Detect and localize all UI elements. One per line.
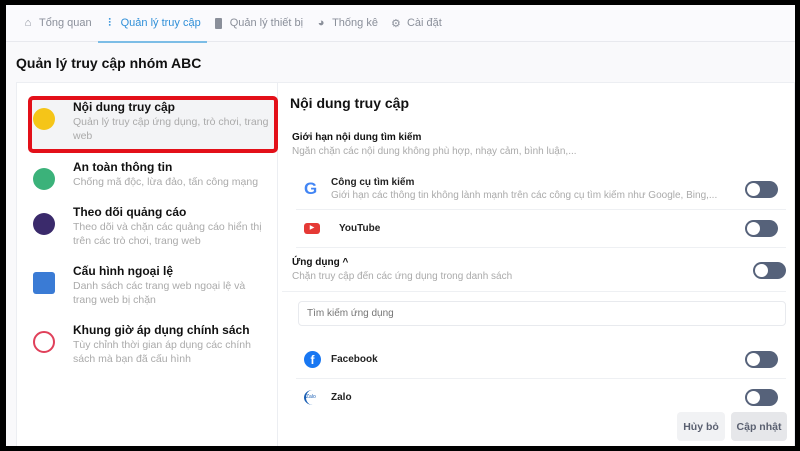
apps-section: Ứng dụng ^ Chặn truy cập đến các ứng dụn…: [282, 248, 786, 292]
zalo-toggle[interactable]: [745, 388, 778, 406]
row-desc: Giới hạn các thông tin không lành mạnh t…: [331, 190, 718, 201]
menu-item-info-security[interactable]: An toàn thông tin Chống mã độc, lừa đảo, …: [29, 160, 269, 190]
monitor-icon: [33, 108, 55, 130]
menu-item-desc: Theo dõi và chặn các quảng cáo hiển thị …: [73, 221, 262, 247]
tab-device-management[interactable]: Quản lý thiết bị: [207, 5, 309, 42]
menu-item-title: Nội dung truy cập: [73, 100, 175, 114]
section-title: Giới hạn nội dung tìm kiếm: [292, 132, 422, 143]
tab-label: Tổng quan: [39, 17, 92, 29]
tab-label: Quản lý truy cập: [120, 17, 201, 29]
menu-item-exceptions[interactable]: Cấu hình ngoại lệ Danh sách các trang web…: [29, 264, 269, 307]
menu-item-desc: Danh sách các trang web ngoại lệ và tran…: [73, 280, 246, 306]
tab-statistics[interactable]: ◕ Thống kê: [309, 5, 384, 42]
youtube-icon: ▶: [304, 223, 320, 234]
menu-item-title: Theo dõi quảng cáo: [73, 205, 187, 219]
tab-access-management[interactable]: ⫶ Quản lý truy cập: [97, 5, 207, 43]
row-title: Công cụ tìm kiếm: [331, 177, 415, 188]
section-desc: Chặn truy cập đến các ứng dụng trong dan…: [292, 271, 513, 282]
facebook-toggle[interactable]: [745, 350, 778, 368]
security-icon: [33, 168, 55, 190]
tab-label: Thống kê: [332, 17, 378, 29]
search-limit-section: Giới hạn nội dung tìm kiếm Ngăn chặn các…: [292, 132, 577, 157]
tab-label: Quản lý thiết bị: [229, 17, 304, 29]
row-title: YouTube: [339, 223, 381, 234]
youtube-toggle[interactable]: [745, 220, 778, 237]
menu-item-desc: Tùy chỉnh thời gian áp dụng các chính sá…: [73, 339, 251, 365]
menu-item-ad-tracking[interactable]: Theo dõi quảng cáo Theo dõi và chặn các q…: [29, 205, 269, 248]
menu-item-access-content[interactable]: Nội dung truy cập Quản lý truy cập ứng dụ…: [29, 100, 269, 143]
row-title: Facebook: [331, 353, 378, 365]
tab-overview[interactable]: ⌂ Tổng quan: [16, 5, 98, 42]
clock-icon: [33, 331, 55, 353]
ad-icon: [33, 213, 55, 235]
zalo-row: Zalo Zalo: [296, 379, 786, 415]
top-nav: ⌂ Tổng quan ⫶ Quản lý truy cập Quản lý thi…: [6, 5, 795, 43]
facebook-icon: f: [304, 350, 321, 368]
facebook-row: f Facebook: [296, 340, 786, 379]
menu-item-title: Cấu hình ngoại lệ: [73, 264, 174, 278]
pie-chart-icon: ◕: [317, 17, 325, 29]
phone-icon: [213, 17, 225, 29]
menu-item-schedule[interactable]: Khung giờ áp dụng chính sách Tùy chỉnh th…: [29, 323, 269, 366]
section-desc: Ngăn chặn các nội dung không phù hợp, nh…: [292, 146, 577, 157]
row-title: Zalo: [331, 391, 352, 403]
menu-item-desc: Chống mã độc, lừa đảo, tấn công mạng: [73, 176, 259, 188]
apps-title-expand[interactable]: Ứng dụng ^: [292, 257, 512, 268]
panel-heading: Nội dung truy cập: [290, 95, 409, 111]
search-engine-toggle[interactable]: [745, 180, 778, 198]
search-engine-row: G Công cụ tìm kiếm Giới hạn các thông tin…: [296, 169, 786, 210]
tab-label: Cài đặt: [406, 17, 442, 29]
zalo-icon: Zalo: [304, 389, 321, 405]
tab-settings[interactable]: ⚙ Cài đặt: [384, 5, 448, 42]
app-window: ⌂ Tổng quan ⫶ Quản lý truy cập Quản lý thi…: [6, 5, 795, 446]
google-icon: G: [304, 179, 318, 198]
youtube-row: ▶ YouTube: [296, 210, 786, 248]
apps-toggle[interactable]: [753, 262, 786, 279]
home-icon: ⌂: [24, 17, 32, 29]
update-button[interactable]: Cập nhật: [731, 412, 787, 441]
menu-item-title: Khung giờ áp dụng chính sách: [73, 323, 250, 337]
menu-item-title: An toàn thông tin: [73, 160, 173, 174]
sliders-icon: ⫶: [108, 16, 111, 29]
menu-item-desc: Quản lý truy cập ứng dụng, trò chơi, tra…: [73, 116, 269, 142]
gear-icon: ⚙: [391, 17, 401, 30]
page-title: Quản lý truy cập nhóm ABC: [16, 55, 202, 71]
content-panel: Nội dung truy cập Giới hạn nội dung tìm …: [278, 82, 795, 446]
app-search-input[interactable]: [298, 301, 786, 326]
web-config-icon: [33, 272, 55, 294]
cancel-button[interactable]: Hủy bỏ: [677, 412, 725, 441]
settings-menu: Nội dung truy cập Quản lý truy cập ứng dụ…: [16, 82, 278, 446]
